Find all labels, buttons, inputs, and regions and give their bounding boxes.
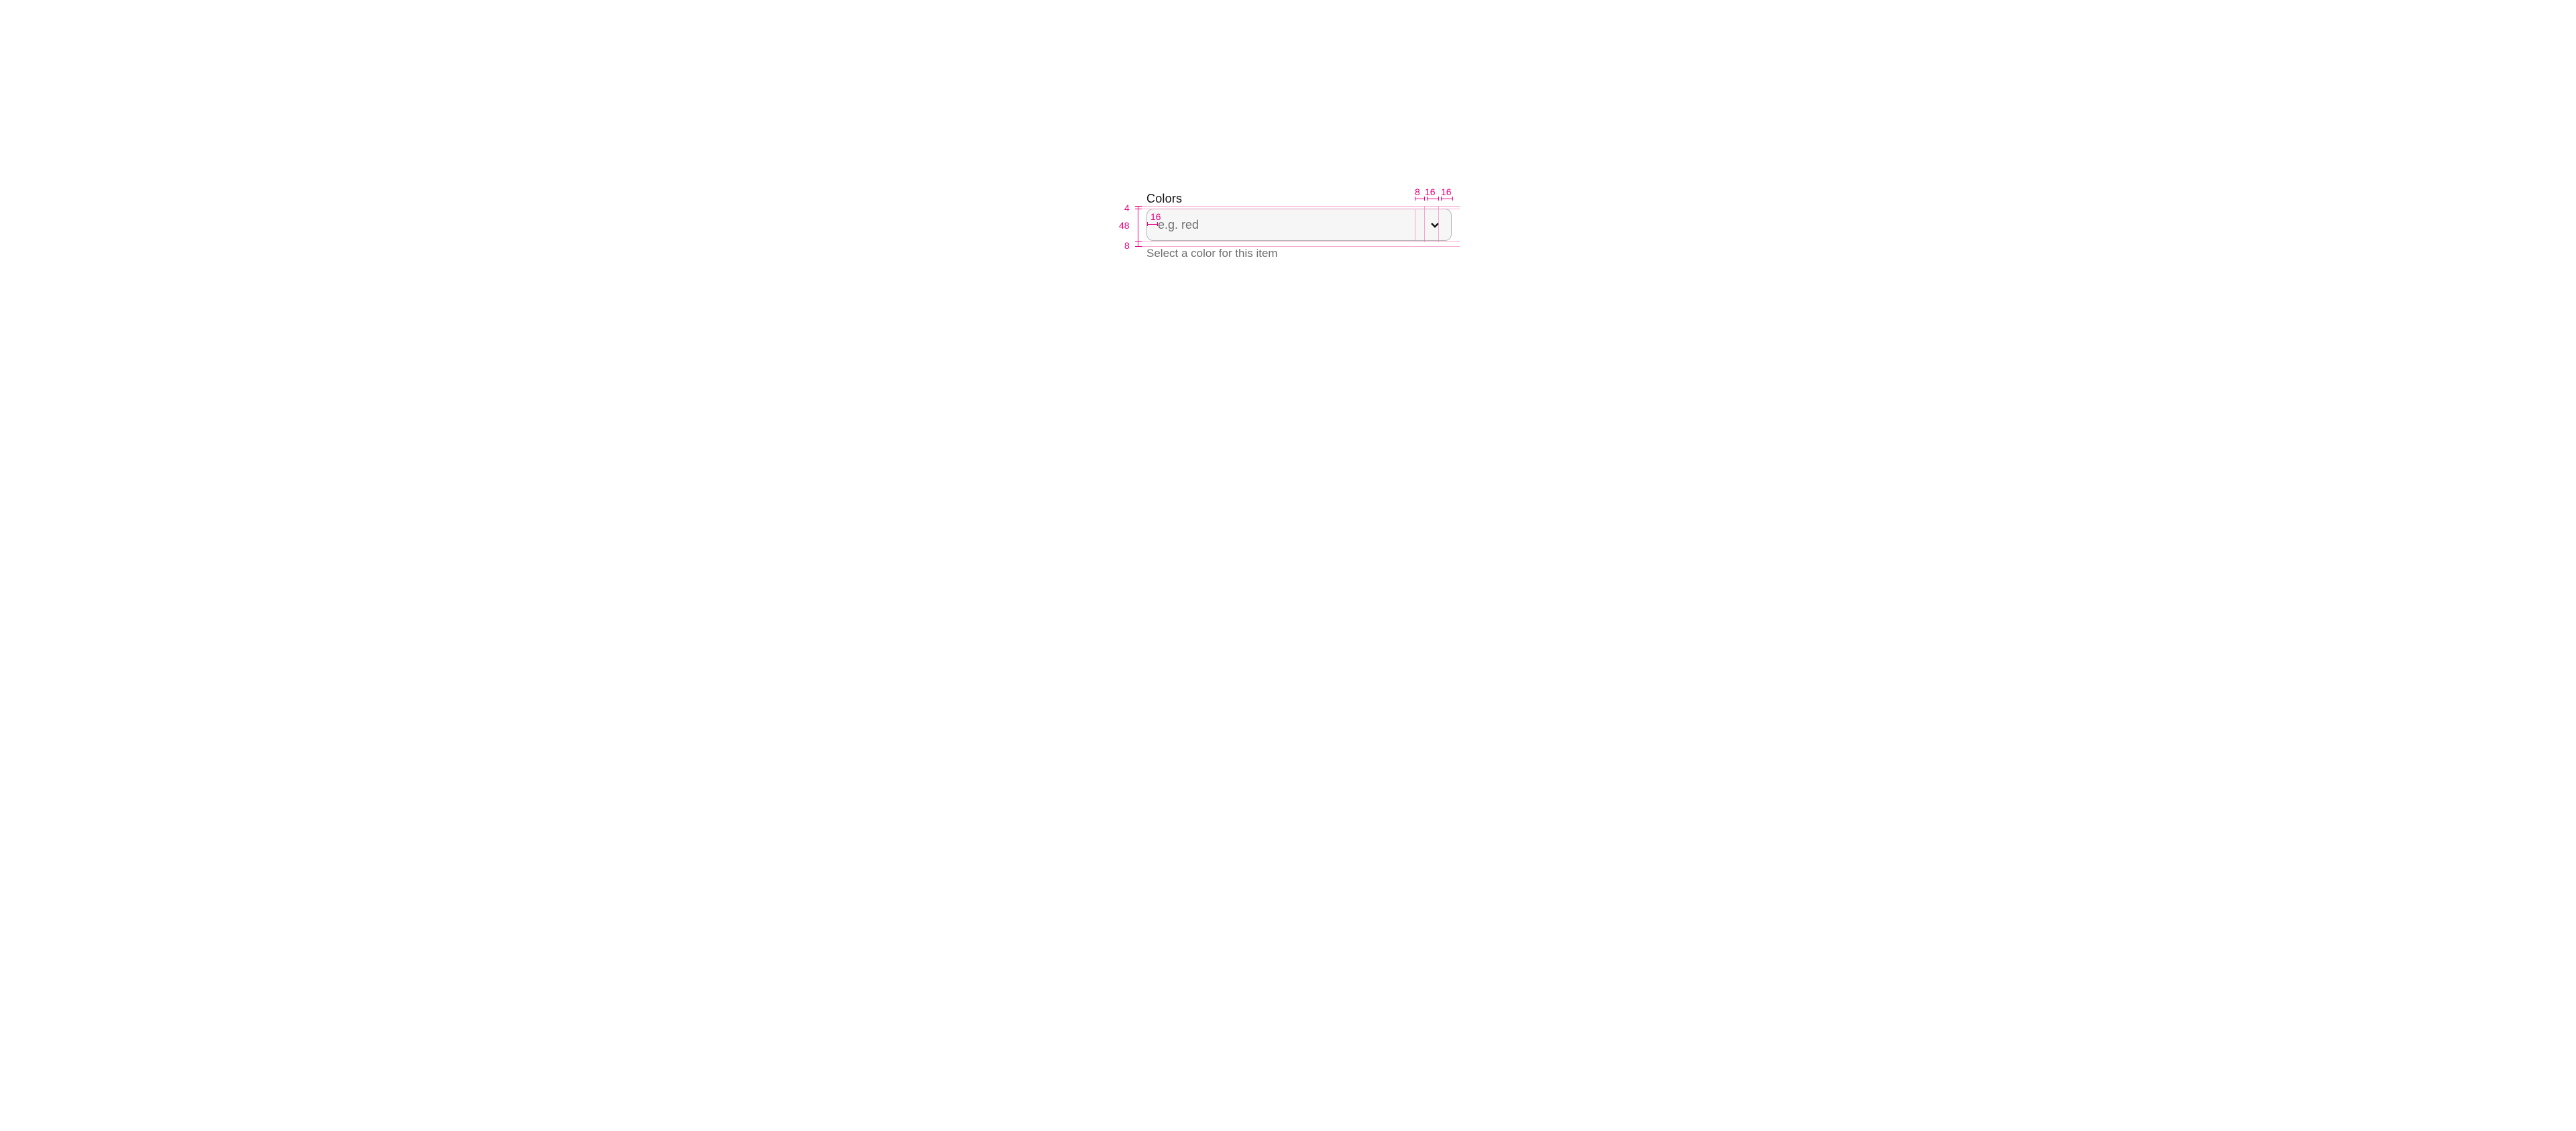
- field-helper-text: Select a color for this item: [1146, 246, 1452, 261]
- spec-tick: [1438, 197, 1439, 201]
- spec-tick: [1135, 206, 1142, 207]
- guide-line: [1438, 206, 1439, 242]
- spec-value-height-48: 48: [1119, 220, 1130, 231]
- spec-value-gap-4: 4: [1124, 203, 1130, 213]
- spec-value-right-pad-16: 16: [1441, 186, 1452, 197]
- spec-value-gap-8-right: 8: [1415, 186, 1420, 197]
- field-label: Colors: [1146, 191, 1452, 206]
- spec-value-icon-16: 16: [1425, 186, 1436, 197]
- spec-value-gap-8: 8: [1124, 240, 1130, 251]
- guide-line: [1138, 246, 1460, 247]
- spec-tick: [1424, 197, 1425, 201]
- spec-tick: [1147, 224, 1157, 225]
- guide-line: [1138, 206, 1460, 207]
- guide-line: [1424, 206, 1425, 242]
- spec-tick: [1135, 246, 1142, 247]
- color-field: Colors e.g. red Select a color for this …: [1146, 191, 1452, 261]
- spec-tick: [1157, 222, 1158, 226]
- spec-value-left-pad-16: 16: [1150, 211, 1161, 222]
- spec-canvas: Colors e.g. red Select a color for this …: [773, 0, 1803, 452]
- spec-tick: [1452, 197, 1453, 201]
- combobox-placeholder: e.g. red: [1158, 218, 1199, 232]
- color-combobox[interactable]: e.g. red: [1146, 209, 1452, 241]
